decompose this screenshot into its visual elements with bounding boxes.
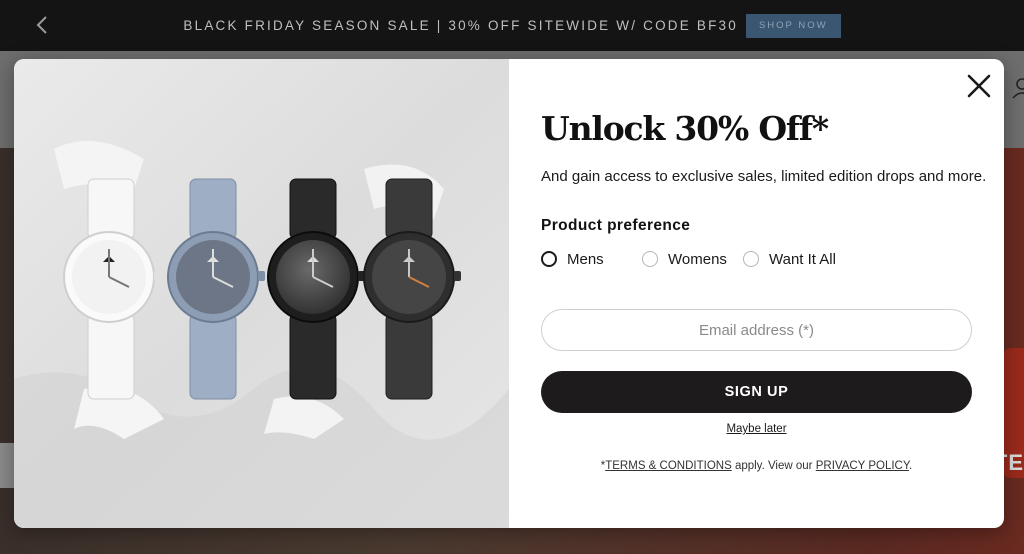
- chevron-left-icon[interactable]: [30, 12, 54, 38]
- promo-text: BLACK FRIDAY SEASON SALE | 30% OFF SITEW…: [183, 18, 738, 33]
- radio-womens[interactable]: Womens: [642, 248, 727, 270]
- email-field[interactable]: [541, 309, 972, 351]
- sign-up-button[interactable]: SIGN UP: [541, 371, 972, 413]
- radio-label-womens: Womens: [668, 250, 727, 268]
- promo-bar: BLACK FRIDAY SEASON SALE | 30% OFF SITEW…: [0, 0, 1024, 51]
- radio-circle-want-it-all[interactable]: [743, 251, 759, 267]
- legal-suffix: .: [909, 460, 913, 472]
- radio-want-it-all[interactable]: Want It All: [743, 248, 836, 270]
- watches-image: [14, 59, 509, 528]
- popup-title: Unlock 30% Off*: [541, 109, 829, 148]
- radio-circle-womens[interactable]: [642, 251, 658, 267]
- radio-circle-mens[interactable]: [541, 251, 557, 267]
- product-preference-label: Product preference: [541, 217, 691, 234]
- person-icon[interactable]: [1010, 77, 1024, 104]
- maybe-later-link[interactable]: Maybe later: [541, 423, 972, 435]
- legal-middle: apply. View our: [731, 460, 816, 472]
- signup-modal: Unlock 30% Off* And gain access to exclu…: [14, 59, 1004, 528]
- hero-left-strip: [0, 443, 14, 488]
- radio-mens[interactable]: Mens: [541, 248, 604, 270]
- popup-subtitle: And gain access to exclusive sales, limi…: [541, 168, 987, 185]
- legal-notice: *TERMS & CONDITIONS apply. View our PRIV…: [541, 460, 972, 472]
- radio-label-want-it-all: Want It All: [769, 250, 836, 268]
- shop-now-button[interactable]: SHOP NOW: [745, 13, 841, 38]
- signup-form: Unlock 30% Off* And gain access to exclu…: [541, 59, 986, 528]
- terms-link[interactable]: TERMS & CONDITIONS: [605, 460, 732, 472]
- privacy-policy-link[interactable]: PRIVACY POLICY: [816, 460, 909, 472]
- radio-label-mens: Mens: [567, 250, 604, 268]
